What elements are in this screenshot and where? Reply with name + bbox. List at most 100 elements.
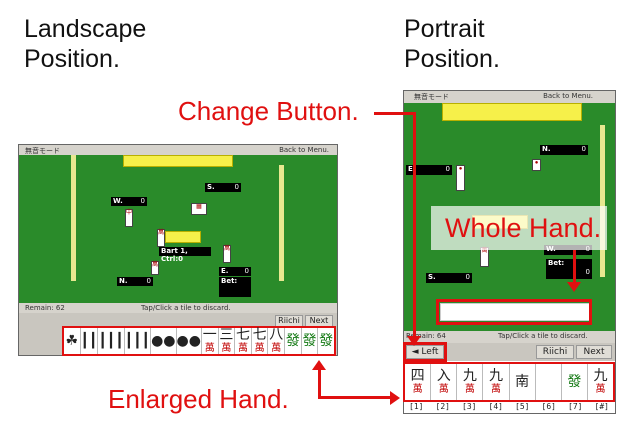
enlarged-hand-callout: Enlarged Hand. — [108, 384, 289, 414]
hand-tile-suit: 萬 — [271, 343, 282, 354]
landscape-center-tiles — [165, 231, 201, 243]
hand-tile[interactable]: ●● — [151, 328, 177, 354]
hand-tile-face: 九 — [593, 368, 608, 384]
portrait-north-tiles — [442, 103, 582, 121]
portrait-tile-numbers: [1] [2] [3] [4] [5] [6] [7] [#] — [403, 402, 615, 413]
landscape-back-to-menu[interactable]: Back to Menu. — [279, 146, 329, 154]
hand-tile[interactable]: 四萬 — [405, 364, 432, 400]
portrait-mode-label: 無音モード — [414, 93, 449, 101]
landscape-discard-tile: 萬 — [151, 261, 159, 275]
change-button-callout: Change Button. — [178, 96, 359, 126]
tile-number-label: [2] — [435, 402, 450, 411]
hand-tile[interactable]: ┃┃ — [81, 328, 99, 354]
landscape-north-tiles — [123, 155, 233, 167]
enlarged-callout-line-h — [318, 396, 392, 399]
hand-tile-suit: 萬 — [254, 343, 265, 354]
hand-tile[interactable]: 九萬 — [483, 364, 510, 400]
hand-tile[interactable] — [536, 364, 562, 400]
tile-number-label: [6] — [541, 402, 556, 411]
landscape-west-wall — [71, 155, 76, 281]
tile-number-label: [3] — [462, 402, 477, 411]
hand-tile-face: ┃┃┃ — [124, 332, 151, 349]
landscape-discard-tile: ▦ — [191, 203, 207, 215]
portrait-score-north: N. 0 — [540, 145, 588, 155]
tile-number-label: [#] — [594, 402, 609, 411]
whole-hand-callout-text: Whole Hand. — [445, 213, 602, 243]
landscape-east-wall — [279, 165, 284, 281]
hand-tile[interactable]: 三萬 — [219, 328, 236, 354]
portrait-score-south: S. 0 — [426, 273, 472, 283]
landscape-bet: Bet: — [219, 277, 251, 297]
landscape-heading-line2: Position. — [24, 45, 120, 73]
portrait-discard-tile: ● — [532, 159, 541, 171]
hand-tile-face: ●● — [176, 332, 201, 349]
landscape-remain: Remain: 62 — [25, 304, 65, 312]
hand-tile[interactable]: 一萬 — [202, 328, 219, 354]
hand-tile-face: ┃┃┃ — [98, 332, 124, 349]
hand-tile[interactable]: 南 — [510, 364, 536, 400]
hand-tile-face: 發 — [567, 373, 582, 390]
hand-tile-face: 發 — [285, 332, 300, 349]
hand-tile-face: ☘ — [65, 332, 79, 349]
portrait-next-button[interactable]: Next — [576, 345, 612, 359]
hand-tile[interactable]: ┃┃┃ — [124, 328, 152, 354]
portrait-heading-line2: Position. — [404, 45, 500, 73]
landscape-top-bar: 無音モード Back to Menu. — [19, 145, 337, 155]
change-callout-line-h — [374, 112, 416, 115]
whole-hand-line — [573, 250, 576, 284]
hand-tile[interactable]: 九萬 — [588, 364, 613, 400]
hand-tile-face: 發 — [302, 332, 317, 349]
hand-tile[interactable]: 發 — [285, 328, 302, 354]
landscape-discard-tile: 萬 — [157, 229, 165, 247]
hand-tile-suit: 萬 — [464, 384, 475, 395]
hand-tile-face: 三 — [219, 327, 234, 343]
hand-tile-face: 八 — [269, 327, 284, 343]
portrait-enlarged-hand: 四萬入萬九萬九萬南發九萬 — [403, 362, 615, 402]
hand-tile[interactable]: 發 — [302, 328, 319, 354]
hand-tile-face: 四 — [410, 368, 425, 384]
hand-tile-face: 一 — [202, 327, 217, 343]
portrait-discard-tile: ● — [456, 165, 465, 191]
hand-tile-face: 七 — [236, 327, 251, 343]
hand-tile[interactable]: 七萬 — [252, 328, 269, 354]
landscape-enlarged-hand: ☘ ┃┃ ┃┃┃ ┃┃┃ ●● ●● 一萬三萬七萬七萬八萬發發發 — [62, 326, 336, 356]
whole-hand-callout: Whole Hand. — [431, 206, 607, 250]
enlarged-callout-line-v — [318, 368, 321, 398]
tile-number-label: [7] — [568, 402, 583, 411]
hand-tile-face: 九 — [488, 368, 503, 384]
landscape-discard-tile: 萬 — [223, 245, 231, 263]
landscape-score-south: S. 0 — [205, 183, 241, 192]
enlarged-callout-arrow-right — [390, 391, 400, 405]
landscape-center-info: Bart 1, Ctrl:0 — [159, 247, 211, 263]
hand-tile[interactable]: 發 — [562, 364, 588, 400]
hand-tile-suit: 萬 — [412, 384, 423, 395]
hand-tile[interactable]: ●● — [177, 328, 202, 354]
portrait-heading: Portrait Position. — [404, 14, 500, 74]
landscape-heading: Landscape Position. — [24, 14, 146, 74]
hand-tile-suit: 萬 — [490, 384, 501, 395]
whole-hand-arrow — [567, 282, 581, 292]
hand-tile[interactable]: 九萬 — [457, 364, 484, 400]
hand-tile[interactable]: 七萬 — [235, 328, 252, 354]
hand-tile[interactable]: ┃┃┃ — [98, 328, 125, 354]
hand-tile[interactable]: 入萬 — [431, 364, 458, 400]
landscape-table: S. 0 W. 0 中 ▦ 萬 Bart 1, Ctrl:0 萬 萬 N. 0 E. 0… — [19, 155, 337, 303]
landscape-discard-tile: 中 — [125, 209, 133, 227]
enlarged-callout-arrow-up — [312, 360, 326, 370]
landscape-heading-line1: Landscape — [24, 15, 147, 43]
hand-tile-suit: 萬 — [595, 384, 606, 395]
landscape-score-west: W. 0 — [111, 197, 147, 206]
hand-tile-face: 七 — [252, 327, 267, 343]
portrait-riichi-button[interactable]: Riichi — [536, 345, 574, 359]
hand-tile-suit: 萬 — [221, 343, 232, 354]
change-button-highlight — [403, 342, 447, 362]
portrait-back-to-menu[interactable]: Back to Menu. — [543, 92, 593, 100]
hand-tile[interactable]: 八萬 — [268, 327, 286, 354]
hand-tile[interactable]: 發 — [318, 328, 334, 354]
hand-tile-suit: 萬 — [438, 384, 449, 395]
portrait-bet: Bet: 0 — [546, 259, 592, 279]
portrait-heading-line1: Portrait — [404, 15, 485, 43]
hand-tile[interactable]: ☘ — [64, 328, 81, 354]
landscape-screen: 無音モード Back to Menu. S. 0 W. 0 中 ▦ 萬 Bart 1… — [18, 144, 338, 356]
hand-tile-face: ┃┃ — [80, 332, 98, 349]
